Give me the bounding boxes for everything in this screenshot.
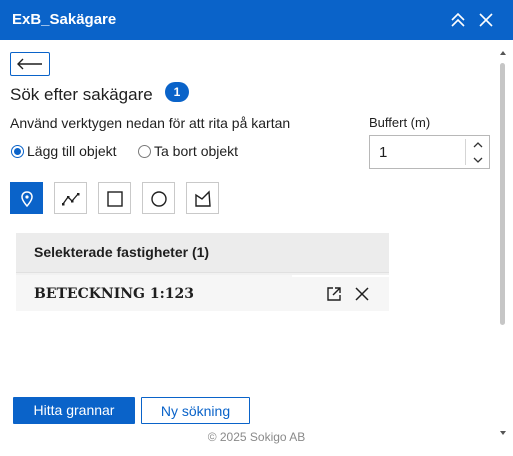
selected-properties-panel: Selekterade fastigheter (1) BETECKNING 1… <box>16 233 389 311</box>
close-button[interactable] <box>476 10 496 30</box>
polyline-tool-button[interactable] <box>54 182 87 214</box>
polyline-icon <box>62 193 80 206</box>
selected-properties-header: Selekterade fastigheter (1) <box>16 233 389 273</box>
buffer-input[interactable]: 1 <box>369 135 490 169</box>
radio-indicator[interactable] <box>11 145 24 158</box>
selected-properties-title: Selekterade fastigheter (1) <box>34 244 210 260</box>
arrow-left-icon <box>17 58 42 70</box>
new-search-button[interactable]: Ny sökning <box>141 397 250 424</box>
back-button[interactable] <box>10 52 50 76</box>
title-bar: ExB_Sakägare <box>0 0 513 40</box>
radio-indicator[interactable] <box>138 145 151 158</box>
collapse-button[interactable] <box>448 10 468 30</box>
rectangle-icon <box>107 191 123 207</box>
spinner-up-icon[interactable] <box>469 138 487 152</box>
circle-tool-button[interactable] <box>142 182 175 214</box>
find-neighbors-label: Hitta grannar <box>33 402 115 418</box>
scrollbar-thumb[interactable] <box>500 63 505 325</box>
radio-add-object-label: Lägg till objekt <box>27 143 117 159</box>
property-label: BETECKNING 1:123 <box>34 286 195 302</box>
page-title: Sök efter sakägare <box>10 85 153 104</box>
buffer-value[interactable]: 1 <box>379 144 387 161</box>
circle-icon <box>151 191 167 207</box>
point-tool-button[interactable] <box>10 182 43 214</box>
row-divider <box>292 275 389 277</box>
polygon-icon <box>195 190 211 207</box>
copyright-footer: © 2025 Sokigo AB <box>207 430 306 444</box>
chevrons-up-icon <box>451 12 465 27</box>
close-icon <box>479 13 493 27</box>
instruction-text: Använd verktygen nedan för att rita på k… <box>10 115 291 131</box>
close-icon[interactable] <box>353 285 371 303</box>
rectangle-tool-button[interactable] <box>98 182 131 214</box>
step-badge: 1 <box>165 82 189 102</box>
property-row[interactable]: BETECKNING 1:123 <box>16 275 389 311</box>
find-neighbors-button[interactable]: Hitta grannar <box>13 397 135 424</box>
point-icon <box>21 191 33 208</box>
polygon-tool-button[interactable] <box>186 182 219 214</box>
spinner-down-icon[interactable] <box>469 153 487 167</box>
scroll-up-icon[interactable] <box>500 50 506 56</box>
spinner-divider <box>465 139 466 165</box>
window-title: ExB_Sakägare <box>12 11 117 28</box>
buffer-label: Buffert (m) <box>369 115 431 130</box>
new-search-label: Ny sökning <box>160 403 231 419</box>
radio-remove-object-label: Ta bort objekt <box>154 143 239 159</box>
open-external-icon[interactable] <box>325 285 343 303</box>
